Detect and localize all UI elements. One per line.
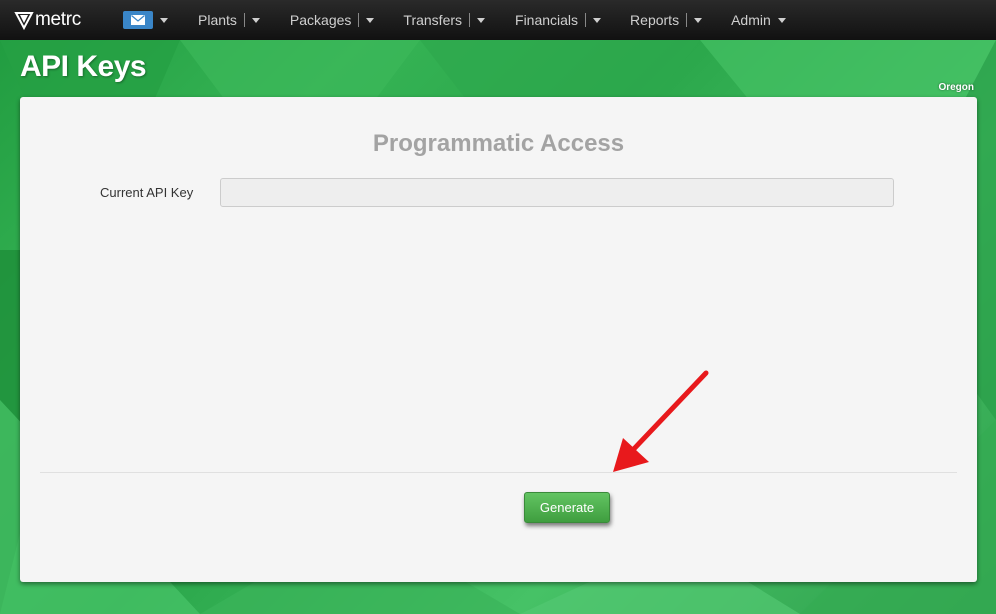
- api-keys-panel: Programmatic Access Current API Key Gene…: [20, 97, 977, 582]
- metrc-shield-icon: [14, 12, 34, 30]
- nav-separator: [358, 13, 360, 27]
- nav-admin[interactable]: Admin: [731, 0, 786, 40]
- top-navbar: metrc Plants Packages Transfers Financia…: [0, 0, 996, 40]
- nav-packages[interactable]: Packages: [289, 0, 375, 40]
- nav-transfers-label: Transfers: [403, 12, 463, 28]
- nav-plants-label: Plants: [198, 12, 237, 28]
- logo[interactable]: metrc: [14, 9, 109, 31]
- chevron-down-icon[interactable]: [477, 17, 486, 23]
- logo-text: metrc: [35, 9, 82, 30]
- divider: [40, 472, 957, 473]
- nav-transfers[interactable]: Transfers: [403, 0, 486, 40]
- chevron-down-icon[interactable]: [366, 17, 375, 23]
- chevron-down-icon[interactable]: [777, 17, 786, 23]
- nav-admin-label: Admin: [731, 12, 771, 28]
- mail-button[interactable]: [123, 11, 153, 29]
- nav-packages-label: Packages: [289, 12, 352, 28]
- nav-financials-label: Financials: [515, 12, 579, 28]
- nav-plants[interactable]: Plants: [198, 0, 260, 40]
- generate-button[interactable]: Generate: [524, 492, 610, 523]
- nav-financials[interactable]: Financials: [515, 0, 602, 40]
- api-key-label: Current API Key: [100, 185, 194, 200]
- red-arrow-annotation: [613, 370, 709, 472]
- nav-separator: [243, 13, 245, 27]
- chevron-down-icon[interactable]: [160, 17, 168, 23]
- page-title: API Keys: [20, 50, 147, 83]
- nav-messages[interactable]: [109, 11, 168, 29]
- nav-separator: [686, 13, 688, 27]
- nav-separator: [469, 13, 471, 27]
- chevron-down-icon[interactable]: [593, 17, 602, 23]
- nav-separator: [585, 13, 587, 27]
- chevron-down-icon[interactable]: [694, 17, 703, 23]
- state-label: Oregon: [938, 82, 974, 93]
- nav-reports-label: Reports: [630, 12, 680, 28]
- panel-heading: Programmatic Access: [372, 130, 625, 157]
- envelope-icon: [131, 15, 145, 25]
- chevron-down-icon[interactable]: [251, 17, 260, 23]
- api-key-field[interactable]: [220, 178, 894, 207]
- nav-reports[interactable]: Reports: [630, 0, 703, 40]
